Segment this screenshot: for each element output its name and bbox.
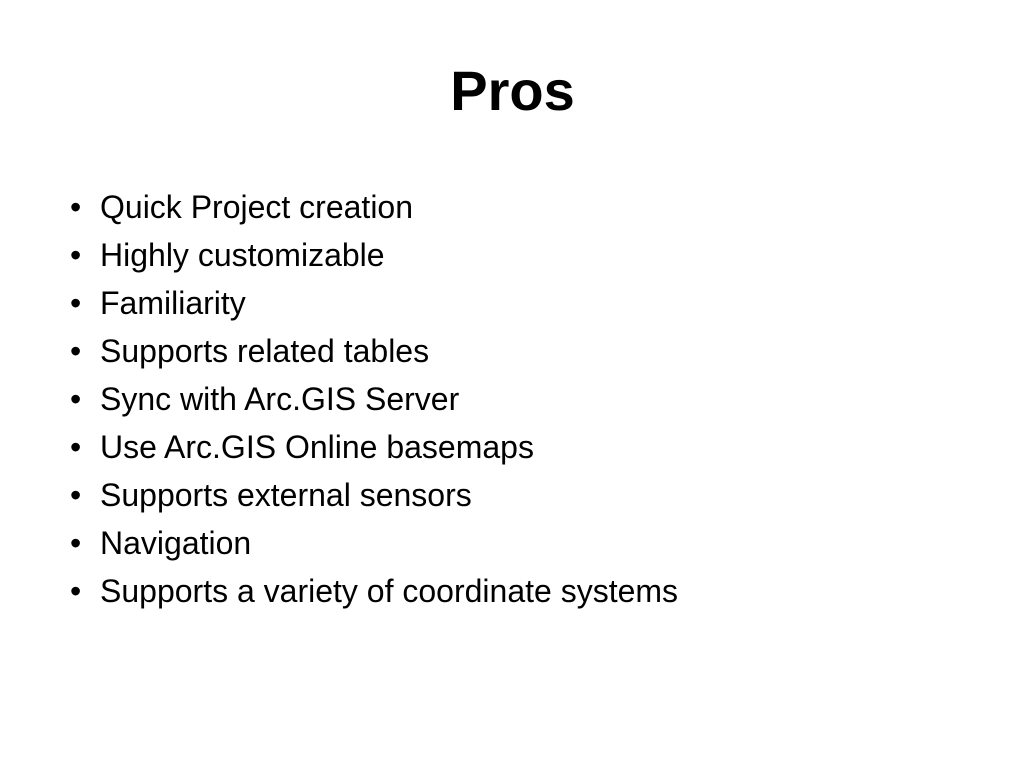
list-item: Sync with Arc.GIS Server — [70, 375, 1025, 423]
list-item: Quick Project creation — [70, 183, 1025, 231]
slide-title: Pros — [0, 0, 1025, 163]
list-item: Supports external sensors — [70, 471, 1025, 519]
list-item: Familiarity — [70, 279, 1025, 327]
list-item: Use Arc.GIS Online basemaps — [70, 423, 1025, 471]
list-item: Highly customizable — [70, 231, 1025, 279]
bullet-list: Quick Project creation Highly customizab… — [0, 163, 1025, 615]
list-item: Supports related tables — [70, 327, 1025, 375]
list-item: Supports a variety of coordinate systems — [70, 567, 1025, 615]
list-item: Navigation — [70, 519, 1025, 567]
slide-container: Pros Quick Project creation Highly custo… — [0, 0, 1025, 768]
